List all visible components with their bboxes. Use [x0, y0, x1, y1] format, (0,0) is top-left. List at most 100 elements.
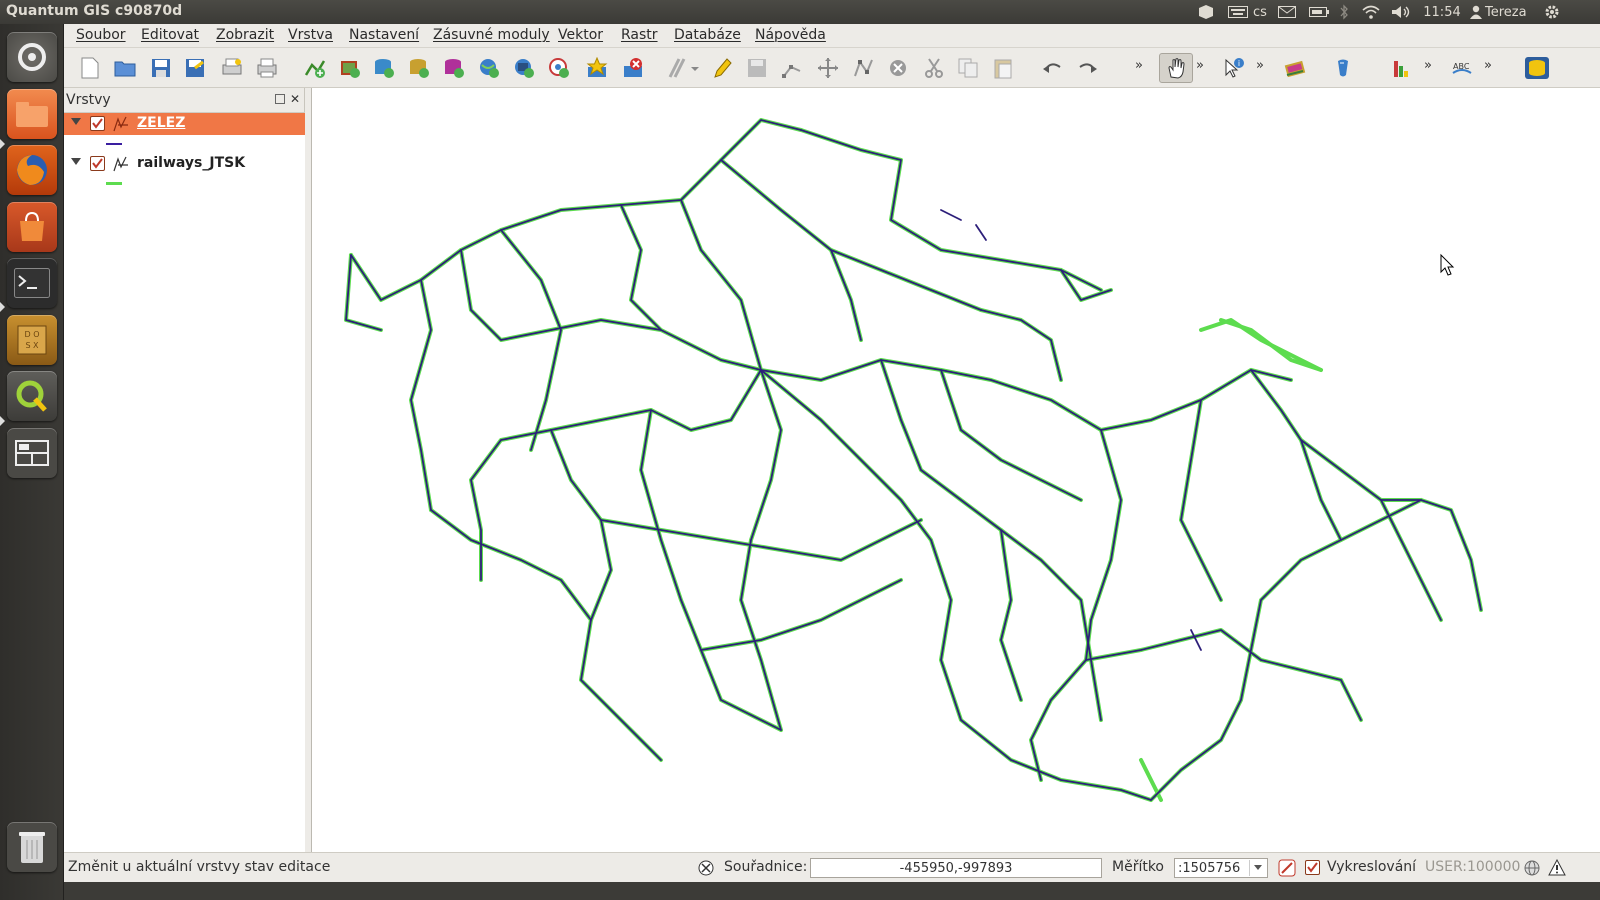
histogram-icon[interactable] [1389, 55, 1415, 81]
top-panel: Quantum GIS c90870d cs 11:54 Tereza [0, 0, 1600, 24]
close-panel-icon[interactable]: ✕ [290, 92, 300, 106]
paste-features-icon[interactable] [990, 55, 1016, 81]
add-raster-layer-icon[interactable] [337, 55, 363, 81]
line-layer-icon [112, 155, 130, 177]
qgis-icon[interactable] [7, 371, 57, 421]
print-icon[interactable] [254, 55, 280, 81]
toolbar-overflow-icon[interactable]: » [1484, 58, 1492, 73]
layer-visibility-checkbox[interactable] [90, 116, 105, 131]
digitize-icon[interactable] [666, 55, 700, 81]
dosbox-icon[interactable]: D O S X [7, 315, 57, 365]
user-name[interactable]: Tereza [1485, 3, 1535, 21]
save-as-icon[interactable] [182, 55, 208, 81]
menu-napoveda[interactable]: Nápověda [755, 27, 826, 43]
add-wms-layer-icon[interactable] [476, 55, 502, 81]
toolbar-overflow-icon[interactable]: » [1135, 58, 1143, 73]
mail-icon[interactable] [1276, 3, 1298, 21]
map-canvas[interactable] [311, 88, 1600, 852]
toolbar-overflow-icon[interactable]: » [1196, 58, 1204, 73]
move-feature-icon[interactable] [815, 55, 841, 81]
scale-label: Měřítko [1112, 859, 1165, 875]
layer-name[interactable]: ZELEZ [137, 115, 185, 131]
layer-visibility-checkbox[interactable] [90, 156, 105, 171]
menu-soubor[interactable]: Soubor [76, 27, 126, 43]
label-icon[interactable]: ABC [1449, 55, 1475, 81]
map-tips-icon[interactable] [1282, 55, 1308, 81]
new-project-icon[interactable] [77, 55, 103, 81]
trash-icon[interactable] [7, 822, 57, 872]
save-project-icon[interactable] [148, 55, 174, 81]
terminal-icon[interactable] [7, 258, 57, 308]
coordinates-field[interactable]: -455950,-997893 [810, 858, 1102, 878]
menu-zasuvne-moduly[interactable]: Zásuvné moduly [433, 27, 550, 43]
user-icon[interactable] [1468, 3, 1484, 21]
session-gear-icon[interactable] [1540, 3, 1564, 21]
open-project-icon[interactable] [112, 55, 138, 81]
expand-arrow-icon[interactable] [71, 118, 81, 125]
print-composer-icon[interactable] [219, 55, 245, 81]
dropbox-icon[interactable] [1195, 3, 1217, 21]
render-checkbox[interactable] [1305, 860, 1320, 875]
expand-arrow-icon[interactable] [71, 158, 81, 165]
cut-features-icon[interactable] [921, 55, 947, 81]
new-shapefile-icon[interactable] [584, 55, 610, 81]
warning-icon[interactable] [1548, 858, 1566, 881]
clock[interactable]: 11:54 [1422, 3, 1462, 21]
remove-layer-icon[interactable] [620, 55, 646, 81]
toolbar-overflow-icon[interactable]: » [1256, 58, 1264, 73]
menu-bar: Soubor Editovat Zobrazit Vrstva Nastaven… [64, 24, 1600, 48]
float-panel-icon[interactable] [275, 94, 285, 104]
crs-label[interactable]: USER:100000 [1425, 859, 1520, 875]
battery-icon[interactable] [1308, 3, 1330, 21]
files-icon[interactable] [7, 89, 57, 139]
copy-features-icon[interactable] [955, 55, 981, 81]
redo-icon[interactable] [1075, 55, 1101, 81]
volume-icon[interactable] [1390, 3, 1412, 21]
add-feature-icon[interactable] [779, 55, 805, 81]
menu-nastaveni[interactable]: Nastavení [349, 27, 419, 43]
undo-icon[interactable] [1039, 55, 1065, 81]
toolbar-overflow-icon[interactable]: » [1424, 58, 1432, 73]
identify-icon[interactable]: i [1221, 55, 1247, 81]
pan-icon[interactable] [1159, 53, 1193, 83]
workspace-switcher-icon[interactable] [7, 428, 57, 478]
delete-selected-icon[interactable] [885, 55, 911, 81]
legend-symbol-railways [106, 182, 122, 185]
running-indicator [0, 139, 5, 149]
chevron-down-icon[interactable] [1249, 860, 1265, 876]
add-mssql-layer-icon[interactable] [441, 55, 467, 81]
coordinate-toggle-icon[interactable] [697, 859, 715, 881]
crs-globe-icon[interactable] [1523, 859, 1541, 881]
bluetooth-icon[interactable] [1336, 3, 1352, 21]
add-spatialite-layer-icon[interactable] [406, 55, 432, 81]
menu-editovat[interactable]: Editovat [141, 27, 199, 43]
layer-row-zelez[interactable]: ZELEZ [64, 113, 305, 135]
menu-vrstva[interactable]: Vrstva [288, 27, 333, 43]
toggle-editing-icon[interactable] [709, 55, 735, 81]
add-wfs-layer-icon[interactable] [546, 55, 572, 81]
db-manager-icon[interactable] [1522, 55, 1552, 81]
add-postgis-layer-icon[interactable] [371, 55, 397, 81]
keyboard-icon[interactable] [1227, 3, 1249, 21]
menu-vektor[interactable]: Vektor [558, 27, 603, 43]
layer-row-railways[interactable]: railways_JTSK [64, 153, 305, 175]
software-center-icon[interactable] [7, 202, 57, 252]
python-icon[interactable] [1330, 55, 1356, 81]
keyboard-layout[interactable]: cs [1250, 3, 1270, 21]
scale-value: :1505756 [1178, 861, 1241, 876]
menu-rastr[interactable]: Rastr [621, 27, 658, 43]
firefox-icon[interactable] [7, 145, 57, 195]
scale-combo[interactable]: :1505756 [1174, 858, 1268, 878]
add-wcs-layer-icon[interactable] [511, 55, 537, 81]
menu-databaze[interactable]: Databáze [674, 27, 741, 43]
svg-text:i: i [1238, 59, 1240, 68]
add-vector-layer-icon[interactable] [302, 55, 328, 81]
stop-render-icon[interactable] [1278, 859, 1296, 881]
wifi-icon[interactable] [1360, 3, 1382, 21]
coordinates-label: Souřadnice: [724, 859, 808, 875]
save-edits-icon[interactable] [744, 55, 770, 81]
menu-zobrazit[interactable]: Zobrazit [216, 27, 274, 43]
node-tool-icon[interactable] [850, 55, 876, 81]
layer-name[interactable]: railways_JTSK [137, 155, 245, 171]
dash-icon[interactable] [7, 32, 57, 82]
